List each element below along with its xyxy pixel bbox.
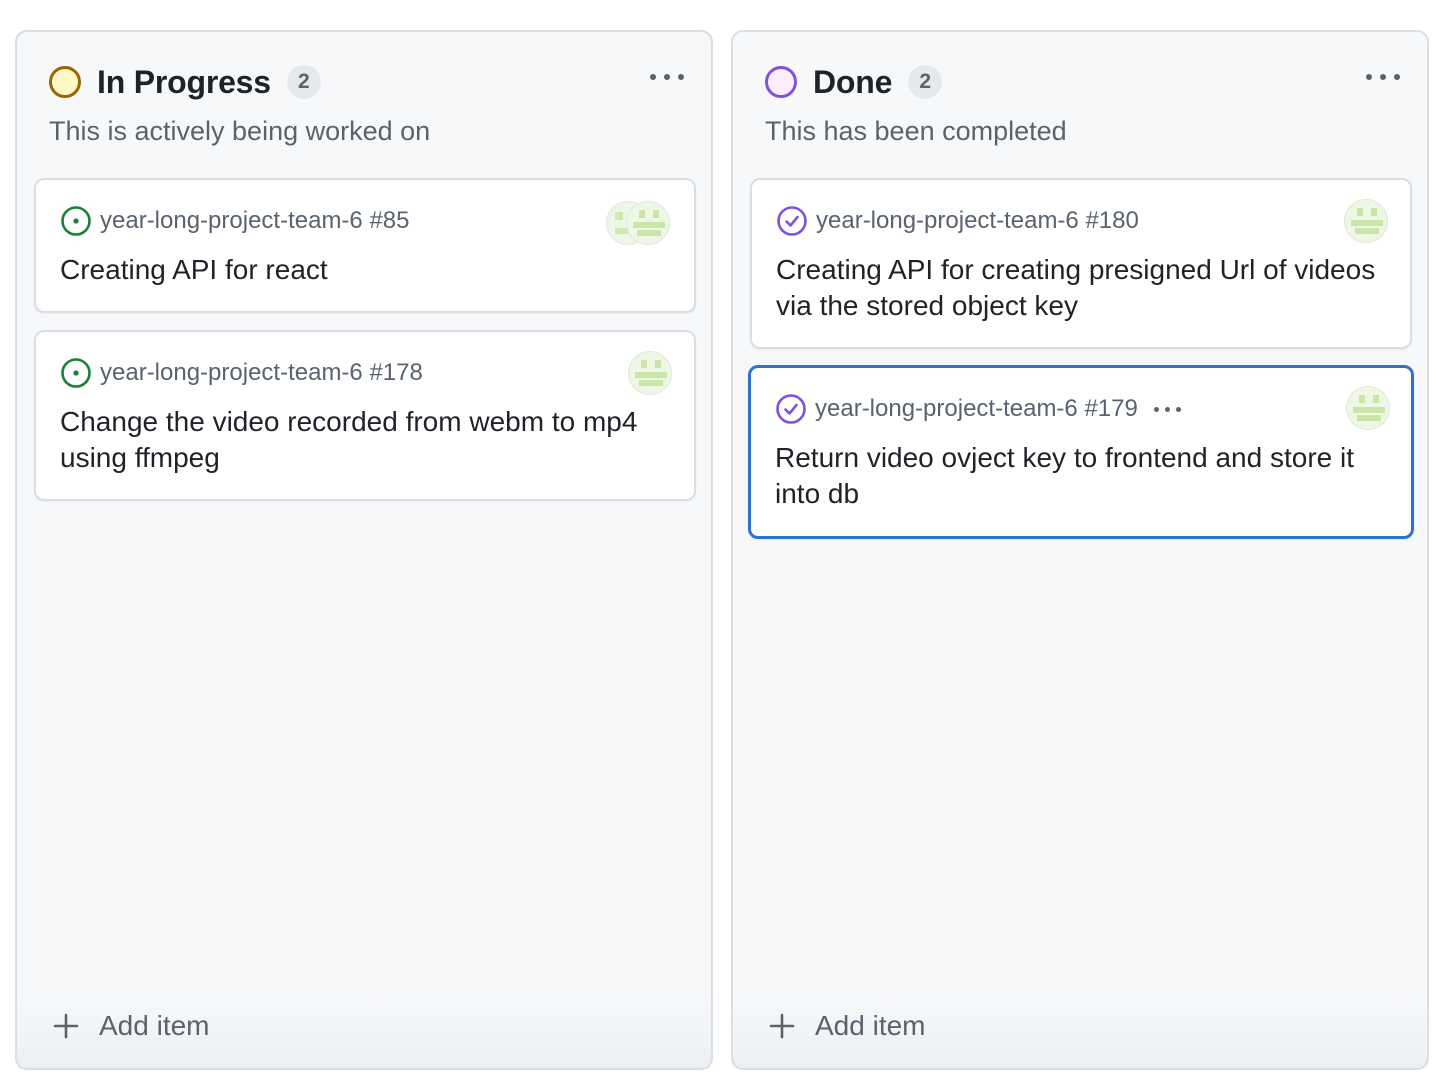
column-title: Done — [813, 63, 893, 100]
issue-closed-icon — [777, 206, 807, 236]
project-board: In Progress 2 This is actively being wor… — [0, 0, 1442, 1080]
issue-opened-icon — [61, 206, 91, 236]
card-meta: year-long-project-team-6 #180 — [776, 205, 1139, 237]
kebab-icon — [1366, 74, 1372, 80]
card-meta: year-long-project-team-6 #178 — [60, 357, 423, 389]
issue-opened-icon — [61, 358, 91, 388]
card-meta: year-long-project-team-6 #179 — [775, 393, 1187, 425]
column-header: In Progress 2 — [49, 62, 679, 102]
column-menu-button[interactable] — [1357, 64, 1409, 90]
card-menu-button[interactable] — [1153, 397, 1187, 421]
column-done: Done 2 This has been completed year-long… — [731, 30, 1429, 1070]
column-in-progress: In Progress 2 This is actively being wor… — [15, 30, 713, 1070]
issue-card-selected[interactable]: year-long-project-team-6 #179 Return vid… — [748, 365, 1414, 539]
issue-reference-link[interactable]: year-long-project-team-6 #179 — [815, 395, 1138, 423]
plus-icon — [769, 1013, 795, 1039]
item-count-badge: 2 — [908, 65, 943, 99]
card-title[interactable]: Return video ovject key to frontend and … — [775, 440, 1387, 512]
item-count-badge: 2 — [286, 65, 321, 99]
issue-reference-link[interactable]: year-long-project-team-6 #85 — [100, 207, 409, 235]
card-title[interactable]: Creating API for creating presigned Url … — [776, 252, 1386, 324]
issue-card[interactable]: year-long-project-team-6 #85 Creating AP… — [34, 178, 696, 313]
issue-closed-icon — [776, 394, 806, 424]
done-status-icon — [765, 66, 797, 98]
issue-card[interactable]: year-long-project-team-6 #180 Creating A… — [750, 178, 1412, 349]
in-progress-status-icon — [49, 66, 81, 98]
kebab-icon — [650, 74, 656, 80]
card-title[interactable]: Creating API for react — [60, 252, 670, 288]
column-description: This is actively being worked on — [49, 116, 431, 146]
issue-reference-link[interactable]: year-long-project-team-6 #180 — [816, 207, 1139, 235]
issue-card[interactable]: year-long-project-team-6 #178 Change the… — [34, 330, 696, 501]
avatar[interactable] — [1346, 386, 1390, 430]
add-item-button[interactable]: Add item — [769, 1006, 926, 1046]
avatar — [626, 201, 670, 245]
column-header: Done 2 — [765, 62, 1395, 102]
add-item-label: Add item — [815, 1010, 926, 1041]
add-item-button[interactable]: Add item — [53, 1006, 210, 1046]
issue-reference-link[interactable]: year-long-project-team-6 #178 — [100, 359, 423, 387]
column-title: In Progress — [97, 63, 271, 100]
plus-icon — [53, 1013, 79, 1039]
card-meta: year-long-project-team-6 #85 — [60, 205, 409, 237]
assignee-avatars[interactable] — [606, 201, 670, 245]
kebab-icon — [1153, 406, 1159, 412]
add-item-label: Add item — [99, 1010, 210, 1041]
column-description: This has been completed — [765, 116, 1067, 146]
column-menu-button[interactable] — [641, 64, 693, 90]
avatar[interactable] — [628, 351, 672, 395]
card-title[interactable]: Change the video recorded from webm to m… — [60, 404, 670, 476]
avatar[interactable] — [1344, 199, 1388, 243]
